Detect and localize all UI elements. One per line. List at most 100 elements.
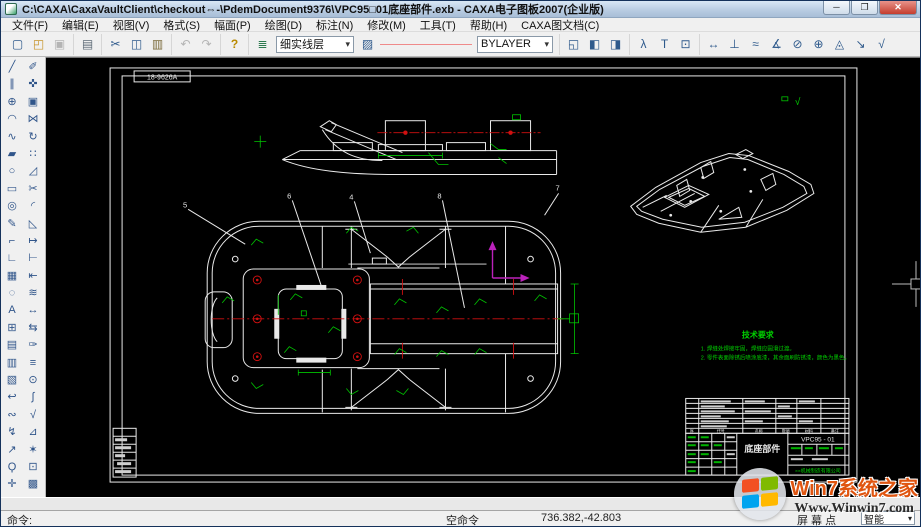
menu-format[interactable]: 格式(S) [156, 17, 207, 33]
coordinate-dimension-button[interactable]: ⊥ [724, 34, 745, 54]
minimize-button[interactable]: ─ [823, 1, 850, 15]
command-input[interactable] [1, 497, 920, 511]
wave-line-tool[interactable]: ∾ [2, 407, 22, 424]
chamfer-tool[interactable]: ◺ [23, 216, 43, 233]
arc-tool[interactable]: ◠ [2, 111, 22, 128]
line-tool[interactable]: ╱ [2, 59, 22, 76]
datum-button[interactable]: ◬ [829, 34, 850, 54]
properties-tool[interactable]: ⊡ [23, 459, 43, 476]
text-edit-tool[interactable]: ✶ [23, 442, 43, 459]
arrow-tool[interactable]: ↗ [2, 442, 22, 459]
revision-cloud-tool[interactable]: ↩ [2, 389, 22, 406]
leader-button[interactable]: ↘ [850, 34, 871, 54]
mirror-tool[interactable]: ⋈ [23, 111, 43, 128]
menu-view[interactable]: 视图(V) [106, 17, 157, 33]
snap-mode-select[interactable]: 智能 [861, 511, 915, 525]
linetype-button[interactable]: ▨ [357, 34, 378, 54]
circle-tool[interactable]: ⊕ [2, 94, 22, 111]
linear-dim-tool[interactable]: ↔ [23, 302, 43, 319]
layer-control-tool[interactable]: ≋ [23, 285, 43, 302]
dim-style-tool[interactable]: ▥ [2, 355, 22, 372]
help-button[interactable]: ? [224, 34, 245, 54]
scale-tool[interactable]: ◿ [23, 163, 43, 180]
style-manager-tool[interactable]: ▧ [2, 372, 22, 389]
break-line-tool[interactable]: ↯ [2, 424, 22, 441]
ellipse-tool[interactable]: ○ [2, 163, 22, 180]
block-create-tool[interactable]: ⊞ [2, 320, 22, 337]
surface-finish-mark: √ [782, 96, 801, 108]
copy-button[interactable]: ◫ [126, 34, 147, 54]
edit-tool[interactable]: ✐ [23, 59, 43, 76]
rectangle-tool[interactable]: ▭ [2, 181, 22, 198]
diameter-dimension-button[interactable]: ⊘ [787, 34, 808, 54]
save-file-button[interactable]: ▣ [49, 34, 70, 54]
cloud-tool[interactable]: ◌ [2, 285, 22, 302]
parallel-line-tool[interactable]: ∥ [2, 76, 22, 93]
paste-button[interactable]: ▥ [147, 34, 168, 54]
menu-draw[interactable]: 绘图(D) [258, 17, 309, 33]
menu-tools[interactable]: 工具(T) [413, 17, 463, 33]
tech-note-1: 1. 焊缝处焊接牢固，焊缝应圆滑过渡。 [701, 345, 795, 353]
maximize-button[interactable]: ❐ [851, 1, 878, 15]
roughness-button[interactable]: √ [871, 34, 892, 54]
contour-tool[interactable]: ∟ [2, 250, 22, 267]
new-file-button[interactable]: ▢ [7, 34, 28, 54]
hatch-tool[interactable]: ▦ [2, 268, 22, 285]
menu-file[interactable]: 文件(F) [5, 17, 55, 33]
dimension-marks [222, 227, 546, 394]
text-tool[interactable]: A [2, 302, 22, 319]
menu-edit[interactable]: 编辑(E) [55, 17, 106, 33]
stretch-tool[interactable]: ⇤ [23, 268, 43, 285]
layers-button[interactable]: ≣ [252, 34, 273, 54]
close-button[interactable]: ✕ [879, 1, 917, 15]
offset-tool[interactable]: ≡ [23, 355, 43, 372]
tolerance-button[interactable]: ⊕ [808, 34, 829, 54]
fillet-tool[interactable]: ◜ [23, 198, 43, 215]
bom-table-tool[interactable]: ▤ [2, 337, 22, 354]
undo-button[interactable]: ↶ [175, 34, 196, 54]
help-palette-tool[interactable]: ▩ [23, 476, 43, 493]
angle-dimension-button[interactable]: ∡ [766, 34, 787, 54]
text-style-button[interactable]: T [654, 34, 675, 54]
block-manager-button[interactable]: ⊡ [675, 34, 696, 54]
sketch-tool[interactable]: ✎ [2, 216, 22, 233]
copy-entity-tool[interactable]: ▣ [23, 94, 43, 111]
aligned-dim-tool[interactable]: ⇆ [23, 320, 43, 337]
open-file-button[interactable]: ◰ [28, 34, 49, 54]
rotate-tool[interactable]: ↻ [23, 129, 43, 146]
menu-caxa-doc[interactable]: CAXA图文档(C) [514, 17, 606, 33]
zoom-window-button[interactable]: ◧ [584, 34, 605, 54]
trim-tool[interactable]: ✂ [23, 181, 43, 198]
point-tool[interactable]: ◎ [2, 198, 22, 215]
center-line-tool[interactable]: ✛ [2, 476, 22, 493]
node-edit-tool[interactable]: √ [23, 407, 43, 424]
linear-dimension-button[interactable]: ↔ [703, 34, 724, 54]
dim-edit-tool[interactable]: ⊿ [23, 424, 43, 441]
linetype-select[interactable]: BYLAYER [477, 36, 553, 53]
move-tool[interactable]: ✜ [23, 76, 43, 93]
curve-dimension-button[interactable]: ≈ [745, 34, 766, 54]
redo-button[interactable]: ↷ [196, 34, 217, 54]
print-button[interactable]: ▤ [77, 34, 98, 54]
cut-button[interactable]: ✂ [105, 34, 126, 54]
menu-help[interactable]: 帮助(H) [463, 17, 514, 33]
array-tool[interactable]: ∷ [23, 146, 43, 163]
point-style-button[interactable]: λ [633, 34, 654, 54]
menu-sheet[interactable]: 幅面(P) [207, 17, 258, 33]
menu-modify[interactable]: 修改(M) [360, 17, 413, 33]
annotate-tool[interactable]: ✑ [23, 337, 43, 354]
svg-text:√: √ [795, 96, 801, 108]
zoom-refresh-button[interactable]: ◱ [563, 34, 584, 54]
local-zoom-tool[interactable]: ⊙ [23, 372, 43, 389]
spline-tool[interactable]: ∿ [2, 129, 22, 146]
ole-object-tool[interactable]: Ϙ [2, 459, 22, 476]
polyline-tool[interactable]: ⌐ [2, 233, 22, 250]
drawing-canvas[interactable]: 18-9626A 5 6 4 8 7 [46, 57, 920, 497]
zoom-dynamic-button[interactable]: ◨ [605, 34, 626, 54]
extend-tool[interactable]: ↦ [23, 233, 43, 250]
break-tool[interactable]: ⊢ [23, 250, 43, 267]
solid-fill-tool[interactable]: ▰ [2, 146, 22, 163]
spline-edit-tool[interactable]: ∫ [23, 389, 43, 406]
menu-annotate[interactable]: 标注(N) [309, 17, 360, 33]
layer-select[interactable]: 细实线层 [276, 36, 354, 53]
